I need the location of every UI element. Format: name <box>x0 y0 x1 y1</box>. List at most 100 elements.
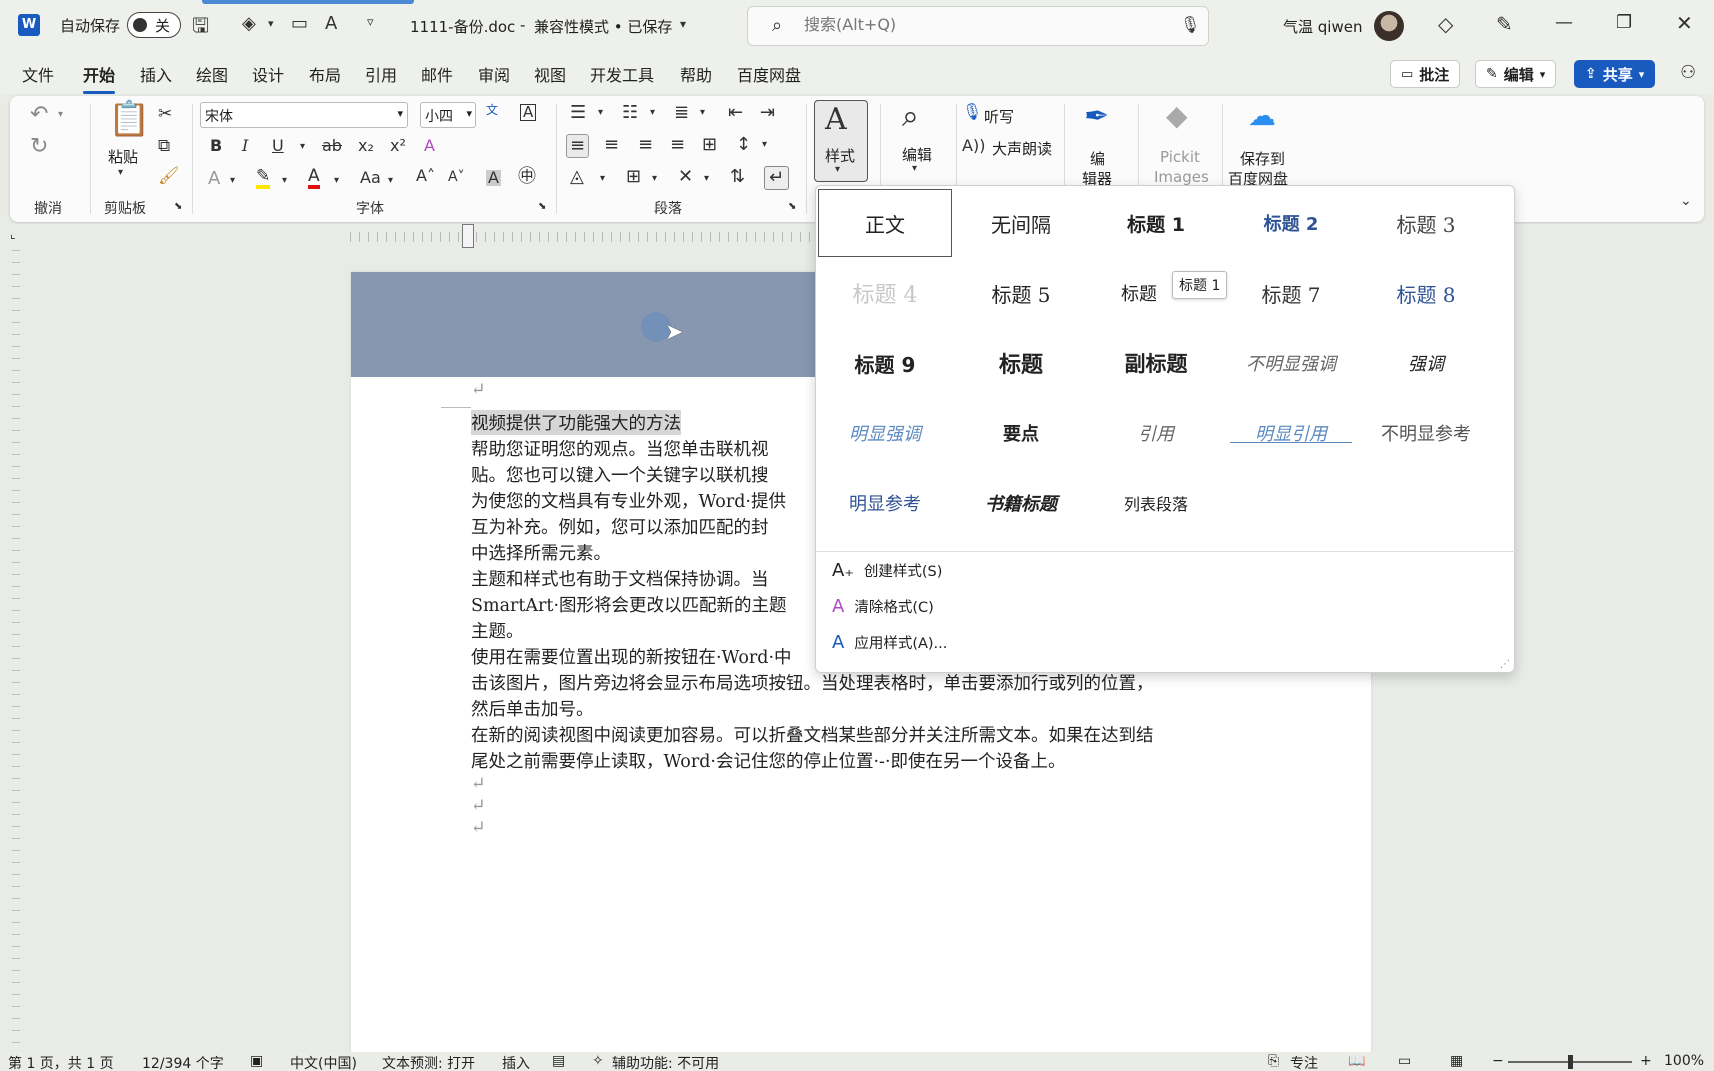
change-case-icon[interactable]: Aa <box>360 170 381 186</box>
chevron-down-icon[interactable]: ▾ <box>300 142 305 152</box>
read-aloud-icon[interactable]: A)) <box>962 138 985 154</box>
dictate-label[interactable]: 听写 <box>984 106 1014 127</box>
bullets-icon[interactable]: ☰ <box>570 104 586 122</box>
dictate-icon[interactable]: 🎙 <box>962 104 982 120</box>
style-intense-quote[interactable]: 明显引用 <box>1224 399 1358 467</box>
styles-button[interactable]: A 样式 ▾ <box>814 100 868 182</box>
dialog-launcher-icon[interactable]: ⬊ <box>538 202 546 212</box>
chevron-down-icon[interactable]: ▾ <box>704 174 709 184</box>
style-subtitle[interactable]: 副标题 <box>1089 329 1223 397</box>
coauthor-icon[interactable]: ⚇ <box>1680 64 1696 82</box>
grow-font-icon[interactable]: A˄ <box>416 168 435 184</box>
doc-line[interactable]: 主题和样式也有助于文档保持协调。当 <box>471 566 769 591</box>
save-icon[interactable]: 🖫 <box>192 15 209 35</box>
doc-line[interactable]: 尾处之前需要停止读取，Word·会记住您的停止位置·-·即使在另一个设备上。 <box>471 748 1066 773</box>
doc-line[interactable]: 击该图片，图片旁边将会显示布局选项按钮。当处理表格时，单击要添加行或列的位置， <box>471 670 1154 695</box>
zoom-slider[interactable] <box>1508 1055 1632 1069</box>
clear-formatting-item[interactable]: A 清除格式(C) <box>832 592 934 620</box>
multilevel-list-icon[interactable]: ≣ <box>674 104 689 122</box>
style-strong[interactable]: 要点 <box>954 399 1088 467</box>
font-size-combo[interactable]: 小四 ▾ <box>420 102 476 128</box>
highlight-icon[interactable]: ✎ <box>256 168 271 189</box>
shrink-font-icon[interactable]: A˅ <box>448 170 465 184</box>
chevron-down-icon[interactable]: ▾ <box>230 176 235 186</box>
doc-line[interactable]: 使用在需要位置出现的新按钮在·Word·中 <box>471 644 792 669</box>
doc-line[interactable]: 中选择所需元素。 <box>471 540 611 565</box>
chevron-down-icon[interactable]: ▾ <box>58 110 63 120</box>
doc-line-heading[interactable]: 视频提供了功能强大的方法 <box>471 410 681 435</box>
tab-insert[interactable]: 插入 <box>140 62 172 86</box>
read-aloud-label[interactable]: 大声朗读 <box>992 138 1052 159</box>
style-list-paragraph[interactable]: 列表段落 <box>1089 469 1223 537</box>
style-subtle-emphasis[interactable]: 不明显强调 <box>1224 329 1358 397</box>
macro-icon[interactable]: ▤ <box>552 1053 565 1069</box>
resize-grip-icon[interactable]: ⋰ <box>1500 660 1510 670</box>
bold-icon[interactable]: B <box>210 138 222 154</box>
tab-design[interactable]: 设计 <box>252 62 284 86</box>
chevron-down-icon[interactable]: ▾ <box>268 18 274 29</box>
increase-indent-icon[interactable]: ⇥ <box>760 104 775 122</box>
enclose-character-icon[interactable]: ㊥ <box>518 168 536 186</box>
style-normal[interactable]: 正文 <box>818 189 952 257</box>
designer-pen-icon[interactable]: ✎ <box>1496 14 1513 34</box>
restore-icon[interactable]: ❐ <box>1616 14 1632 32</box>
format-painter-qa-icon[interactable]: ◈ <box>242 15 256 33</box>
align-center-icon[interactable]: ≡ <box>604 136 619 154</box>
chevron-down-icon[interactable]: ▾ <box>680 18 686 30</box>
style-title[interactable]: 标题 <box>954 329 1088 397</box>
font-color-icon[interactable]: A <box>308 168 320 189</box>
line-spacing-icon[interactable]: ↕ <box>736 136 751 154</box>
style-heading-9[interactable]: 标题 9 <box>818 329 952 397</box>
close-icon[interactable]: ✕ <box>1676 13 1693 33</box>
doc-line[interactable]: 贴。您也可以键入一个关键字以联机搜 <box>471 462 769 487</box>
zoom-slider-thumb[interactable] <box>1568 1055 1573 1069</box>
text-prediction[interactable]: 文本预测: 打开 <box>382 1053 475 1071</box>
chevron-down-icon[interactable]: ▾ <box>700 108 705 118</box>
tab-selector-icon[interactable]: ⌞ <box>10 228 16 240</box>
collapse-ribbon-icon[interactable]: ⌄ <box>1680 194 1692 208</box>
superscript-icon[interactable]: x² <box>390 138 406 154</box>
editing-mode-button[interactable]: ✎ 编辑 ▾ <box>1475 60 1557 88</box>
style-emphasis[interactable]: 强调 <box>1359 329 1493 397</box>
undo-icon[interactable]: ↶ <box>30 104 48 126</box>
proofing-icon[interactable]: ▣ <box>250 1053 263 1069</box>
style-quote[interactable]: 引用 <box>1089 399 1223 467</box>
tab-home[interactable]: 开始 <box>83 62 116 94</box>
chevron-down-icon[interactable]: ▾ <box>282 176 287 186</box>
avatar[interactable] <box>1374 11 1404 41</box>
show-marks-icon[interactable]: ↵ <box>764 166 790 190</box>
search-box[interactable]: ⌕ 🎙 <box>747 6 1209 46</box>
style-intense-emphasis[interactable]: 明显强调 <box>818 399 952 467</box>
italic-icon[interactable]: I <box>242 138 248 154</box>
phonetic-guide-icon[interactable]: 文 <box>486 104 498 116</box>
character-shading-icon[interactable]: A <box>486 170 501 186</box>
style-heading-1[interactable]: 标题 1 <box>1089 189 1223 257</box>
format-painter-icon[interactable]: 🖌 <box>158 168 180 185</box>
borders-icon[interactable]: ⊞ <box>626 168 641 186</box>
search-input[interactable] <box>804 15 1144 34</box>
decrease-indent-icon[interactable]: ⇤ <box>728 104 743 122</box>
align-right-icon[interactable]: ≡ <box>638 136 653 154</box>
read-mode-icon[interactable]: 📖 <box>1348 1053 1365 1069</box>
tab-layout[interactable]: 布局 <box>309 62 341 86</box>
focus-mode[interactable]: 专注 <box>1290 1053 1318 1071</box>
editor-button[interactable]: ✒ 编 辑器 <box>1074 100 1124 189</box>
style-heading-3[interactable]: 标题 3 <box>1359 189 1493 257</box>
chevron-down-icon[interactable]: ▾ <box>652 174 657 184</box>
chevron-down-icon[interactable]: ▾ <box>388 176 393 186</box>
chinese-layout-icon[interactable]: ✕ <box>678 168 693 186</box>
redo-icon[interactable]: ↻ <box>30 136 48 158</box>
word-app-icon[interactable]: W <box>18 14 40 36</box>
tab-draw[interactable]: 绘图 <box>196 62 228 86</box>
style-heading-5[interactable]: 标题 5 <box>954 259 1088 327</box>
style-heading-7[interactable]: 标题 7 <box>1224 259 1358 327</box>
shading-icon[interactable]: ◬ <box>570 168 584 186</box>
web-layout-icon[interactable]: ▦ <box>1450 1053 1463 1069</box>
language[interactable]: 中文(中国) <box>290 1053 357 1071</box>
doc-line[interactable]: 然后单击加号。 <box>471 696 594 721</box>
tab-view[interactable]: 视图 <box>534 62 566 86</box>
pickit-images-button[interactable]: ◆ Pickit Images <box>1148 100 1212 187</box>
clear-formatting-icon[interactable]: A <box>424 138 435 154</box>
strikethrough-icon[interactable]: ab <box>322 138 342 154</box>
style-heading-2[interactable]: 标题 2 <box>1224 189 1358 257</box>
